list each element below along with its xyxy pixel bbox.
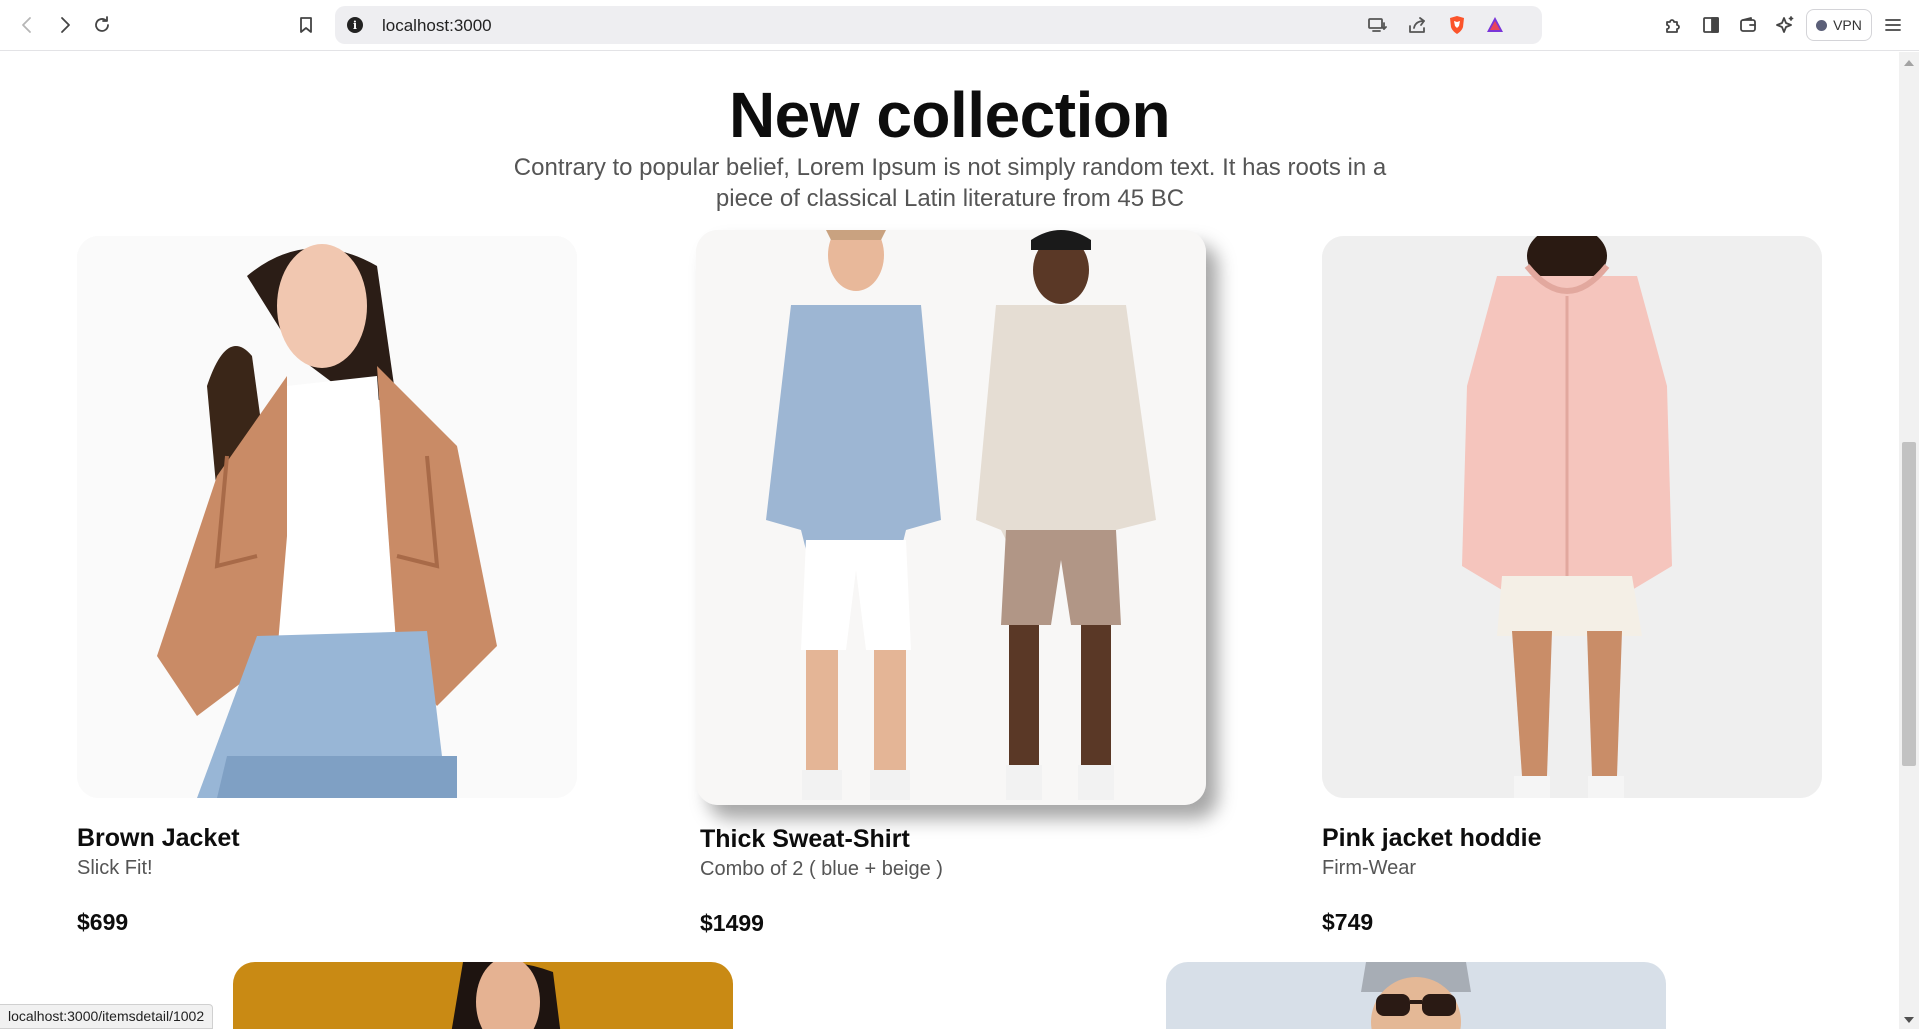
product-card-thick-sweat-shirt[interactable]: Thick Sweat-Shirt Combo of 2 ( blue + be… [696, 230, 1206, 937]
leo-ai-icon[interactable] [1772, 12, 1798, 38]
sidebar-icon[interactable] [1698, 12, 1724, 38]
url-text[interactable]: localhost:3000 [382, 16, 492, 36]
product-name[interactable]: Brown Jacket [77, 824, 577, 853]
product-price: $749 [1322, 909, 1374, 935]
page-subtitle: Contrary to popular belief, Lorem Ipsum … [513, 154, 1387, 212]
site-info-icon[interactable]: i [347, 17, 363, 33]
page-title: New collection [728, 79, 1171, 151]
product-name[interactable]: Pink jacket hoddie [1322, 824, 1822, 853]
product-card-partial-2[interactable] [1166, 962, 1666, 1029]
browser-toolbar: i localhost:3000 VPN [0, 0, 1919, 51]
product-card-brown-jacket[interactable]: Brown Jacket Slick Fit! $699 [77, 236, 577, 936]
bookmark-icon[interactable] [293, 12, 319, 38]
vpn-status-icon [1816, 19, 1828, 31]
menu-icon[interactable] [1880, 12, 1906, 38]
scroll-up-icon[interactable] [1904, 60, 1914, 66]
product-desc: Combo of 2 ( blue + beige ) [700, 858, 943, 880]
back-icon[interactable] [14, 12, 40, 38]
status-bar-url: localhost:3000/itemsdetail/1002 [0, 1004, 214, 1029]
man-beanie-sunglasses-illustration [1166, 962, 1666, 1029]
scroll-thumb[interactable] [1902, 442, 1916, 766]
product-card-pink-jacket-hoddie[interactable]: Pink jacket hoddie Firm-Wear $749 [1322, 236, 1822, 936]
woman-portrait-illustration [233, 962, 733, 1029]
extensions-icon[interactable] [1660, 12, 1686, 38]
scroll-down-icon[interactable] [1904, 1017, 1914, 1023]
woman-pink-hoodie-illustration [1322, 236, 1822, 798]
product-image-pink-jacket-hoddie[interactable] [1322, 236, 1822, 798]
install-app-icon[interactable] [1365, 14, 1389, 36]
brave-rewards-icon[interactable] [1483, 14, 1507, 36]
forward-icon[interactable] [52, 12, 78, 38]
product-card-partial-1[interactable] [233, 962, 733, 1029]
page-content: New collection Contrary to popular belie… [0, 52, 1899, 1029]
reload-icon[interactable] [89, 12, 115, 38]
vpn-label: VPN [1833, 17, 1862, 33]
two-men-sweatshirts-illustration [696, 230, 1206, 805]
address-bar[interactable]: i localhost:3000 [335, 6, 1542, 44]
product-name[interactable]: Thick Sweat-Shirt [700, 825, 1200, 854]
product-desc: Slick Fit! [77, 857, 153, 879]
wallet-icon[interactable] [1735, 12, 1761, 38]
product-image-brown-jacket[interactable] [77, 236, 577, 798]
vpn-button[interactable]: VPN [1806, 9, 1872, 41]
page-scrollbar[interactable] [1899, 52, 1919, 1029]
share-icon[interactable] [1405, 14, 1429, 36]
woman-brown-jacket-illustration [77, 236, 577, 798]
product-desc: Firm-Wear [1322, 857, 1417, 879]
product-price: $699 [77, 909, 129, 935]
product-price: $1499 [700, 910, 764, 936]
brave-shields-icon[interactable] [1445, 14, 1469, 36]
product-image-thick-sweat-shirt[interactable] [696, 230, 1206, 805]
